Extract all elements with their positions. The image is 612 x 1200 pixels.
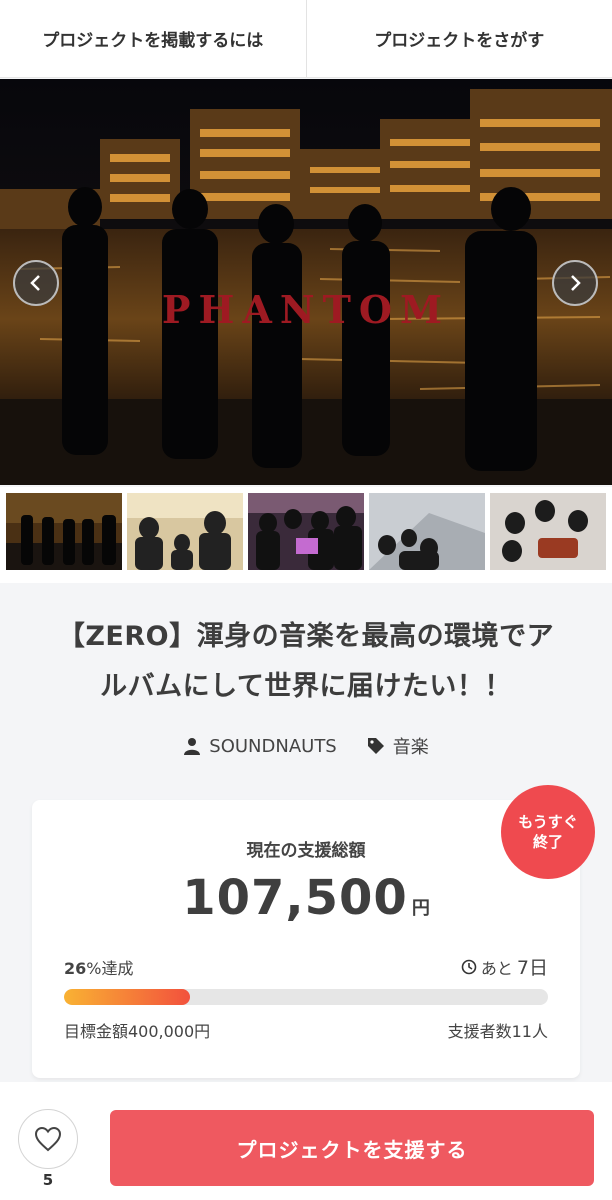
find-project-link[interactable]: プロジェクトをさがす xyxy=(305,0,612,77)
chevron-left-icon xyxy=(30,275,40,291)
total-amount: 107,500 円 xyxy=(32,870,580,926)
amount-value: 107,500 xyxy=(182,870,408,926)
top-nav: プロジェクトを掲載するには プロジェクトをさがす xyxy=(0,0,612,78)
funding-card: 現在の支援総額 107,500 円 26%達成 あと 7日 目標金額400,000円… xyxy=(32,800,580,1078)
achievement-rate: 26%達成 xyxy=(64,955,133,979)
project-title-line2: ルバムにして世界に届けたい！！ xyxy=(100,671,512,702)
thumbnail-4[interactable] xyxy=(369,493,485,570)
chevron-right-icon xyxy=(571,275,581,291)
owner-link[interactable]: SOUNDNAUTS xyxy=(183,735,337,757)
goal-amount: 目標金額400,000円 xyxy=(64,1022,211,1041)
hero-image: PHANTOM xyxy=(0,79,612,485)
ending-soon-badge: もうすぐ 終了 xyxy=(501,785,595,879)
total-label: 現在の支援総額 xyxy=(246,841,366,861)
heart-icon xyxy=(34,1126,62,1152)
clock-icon xyxy=(461,959,477,974)
project-title-line1: 【ZERO】渾身の音楽を最高の環境でア xyxy=(57,621,555,652)
amount-unit: 円 xyxy=(411,898,430,919)
bottom-action-bar: 5 プロジェクトを支援する xyxy=(0,1082,612,1200)
hero-logo-text: PHANTOM xyxy=(162,287,450,332)
carousel-prev-button[interactable] xyxy=(13,260,59,306)
tag-icon xyxy=(367,738,384,754)
thumbnail-1[interactable] xyxy=(6,493,122,570)
thumbnail-3[interactable] xyxy=(248,493,364,570)
owner-name: SOUNDNAUTS xyxy=(209,735,337,757)
progress-bar xyxy=(64,989,548,1005)
thumbnail-2[interactable] xyxy=(127,493,243,570)
project-meta: SOUNDNAUTS 音楽 xyxy=(0,730,612,762)
percent-suffix: %達成 xyxy=(86,959,134,978)
user-icon xyxy=(184,738,201,755)
badge-line2: 終了 xyxy=(532,833,563,851)
remain-prefix: あと xyxy=(480,958,513,978)
favorite-count: 5 xyxy=(42,1171,54,1189)
post-project-link[interactable]: プロジェクトを掲載するには xyxy=(0,0,306,77)
remain-days: 7日 xyxy=(516,957,548,979)
percent-value: 26 xyxy=(64,959,87,978)
category-link[interactable]: 音楽 xyxy=(367,733,429,759)
progress-fill xyxy=(64,989,190,1005)
support-project-button[interactable]: プロジェクトを支援する xyxy=(110,1110,594,1186)
time-remaining: あと 7日 xyxy=(461,953,548,980)
favorite-button[interactable] xyxy=(18,1109,78,1169)
carousel-next-button[interactable] xyxy=(552,260,598,306)
thumbnail-strip xyxy=(0,487,612,583)
hero-photo: PHANTOM xyxy=(0,79,612,485)
project-title: 【ZERO】渾身の音楽を最高の環境でア ルバムにして世界に届けたい！！ xyxy=(36,612,576,712)
badge-line1: もうすぐ xyxy=(518,813,578,831)
backer-count: 支援者数11人 xyxy=(447,1022,548,1041)
category-name: 音楽 xyxy=(392,737,429,758)
thumbnail-5[interactable] xyxy=(490,493,606,570)
